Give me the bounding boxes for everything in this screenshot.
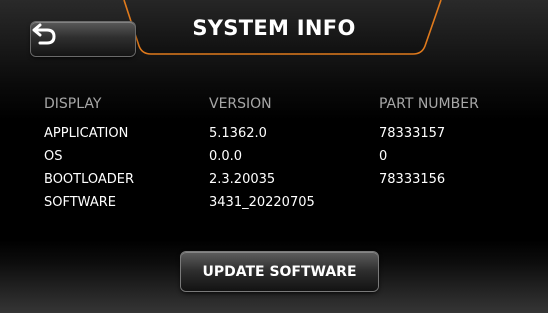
table-row: BOOTLOADER 2.3.20035 78333156 [44,172,524,195]
table-row: OS 0.0.0 0 [44,149,524,172]
part-number-cell: 78333156 [379,172,446,187]
display-cell: OS [44,149,63,164]
table-header-row: DISPLAY VERSION PART NUMBER [44,96,524,126]
column-header-version: VERSION [209,96,272,112]
header-panel: SYSTEM INFO [0,0,548,62]
system-info-screen: SYSTEM INFO DISPLAY VERSION PART NUMBER … [0,0,548,313]
page-title: SYSTEM INFO [192,16,356,40]
part-number-cell: 78333157 [379,126,446,141]
display-cell: BOOTLOADER [44,172,135,187]
version-cell: 3431_20220705 [209,195,315,210]
column-header-display: DISPLAY [44,96,102,112]
version-cell: 2.3.20035 [209,172,276,187]
version-cell: 0.0.0 [209,149,243,164]
part-number-cell: 0 [379,149,388,164]
update-software-button[interactable]: UPDATE SOFTWARE [181,252,378,291]
system-info-table: DISPLAY VERSION PART NUMBER APPLICATION … [44,96,524,218]
display-cell: SOFTWARE [44,195,116,210]
table-row: SOFTWARE 3431_20220705 [44,195,524,218]
column-header-part-number: PART NUMBER [379,96,479,112]
version-cell: 5.1362.0 [209,126,267,141]
display-cell: APPLICATION [44,126,129,141]
table-row: APPLICATION 5.1362.0 78333157 [44,126,524,149]
